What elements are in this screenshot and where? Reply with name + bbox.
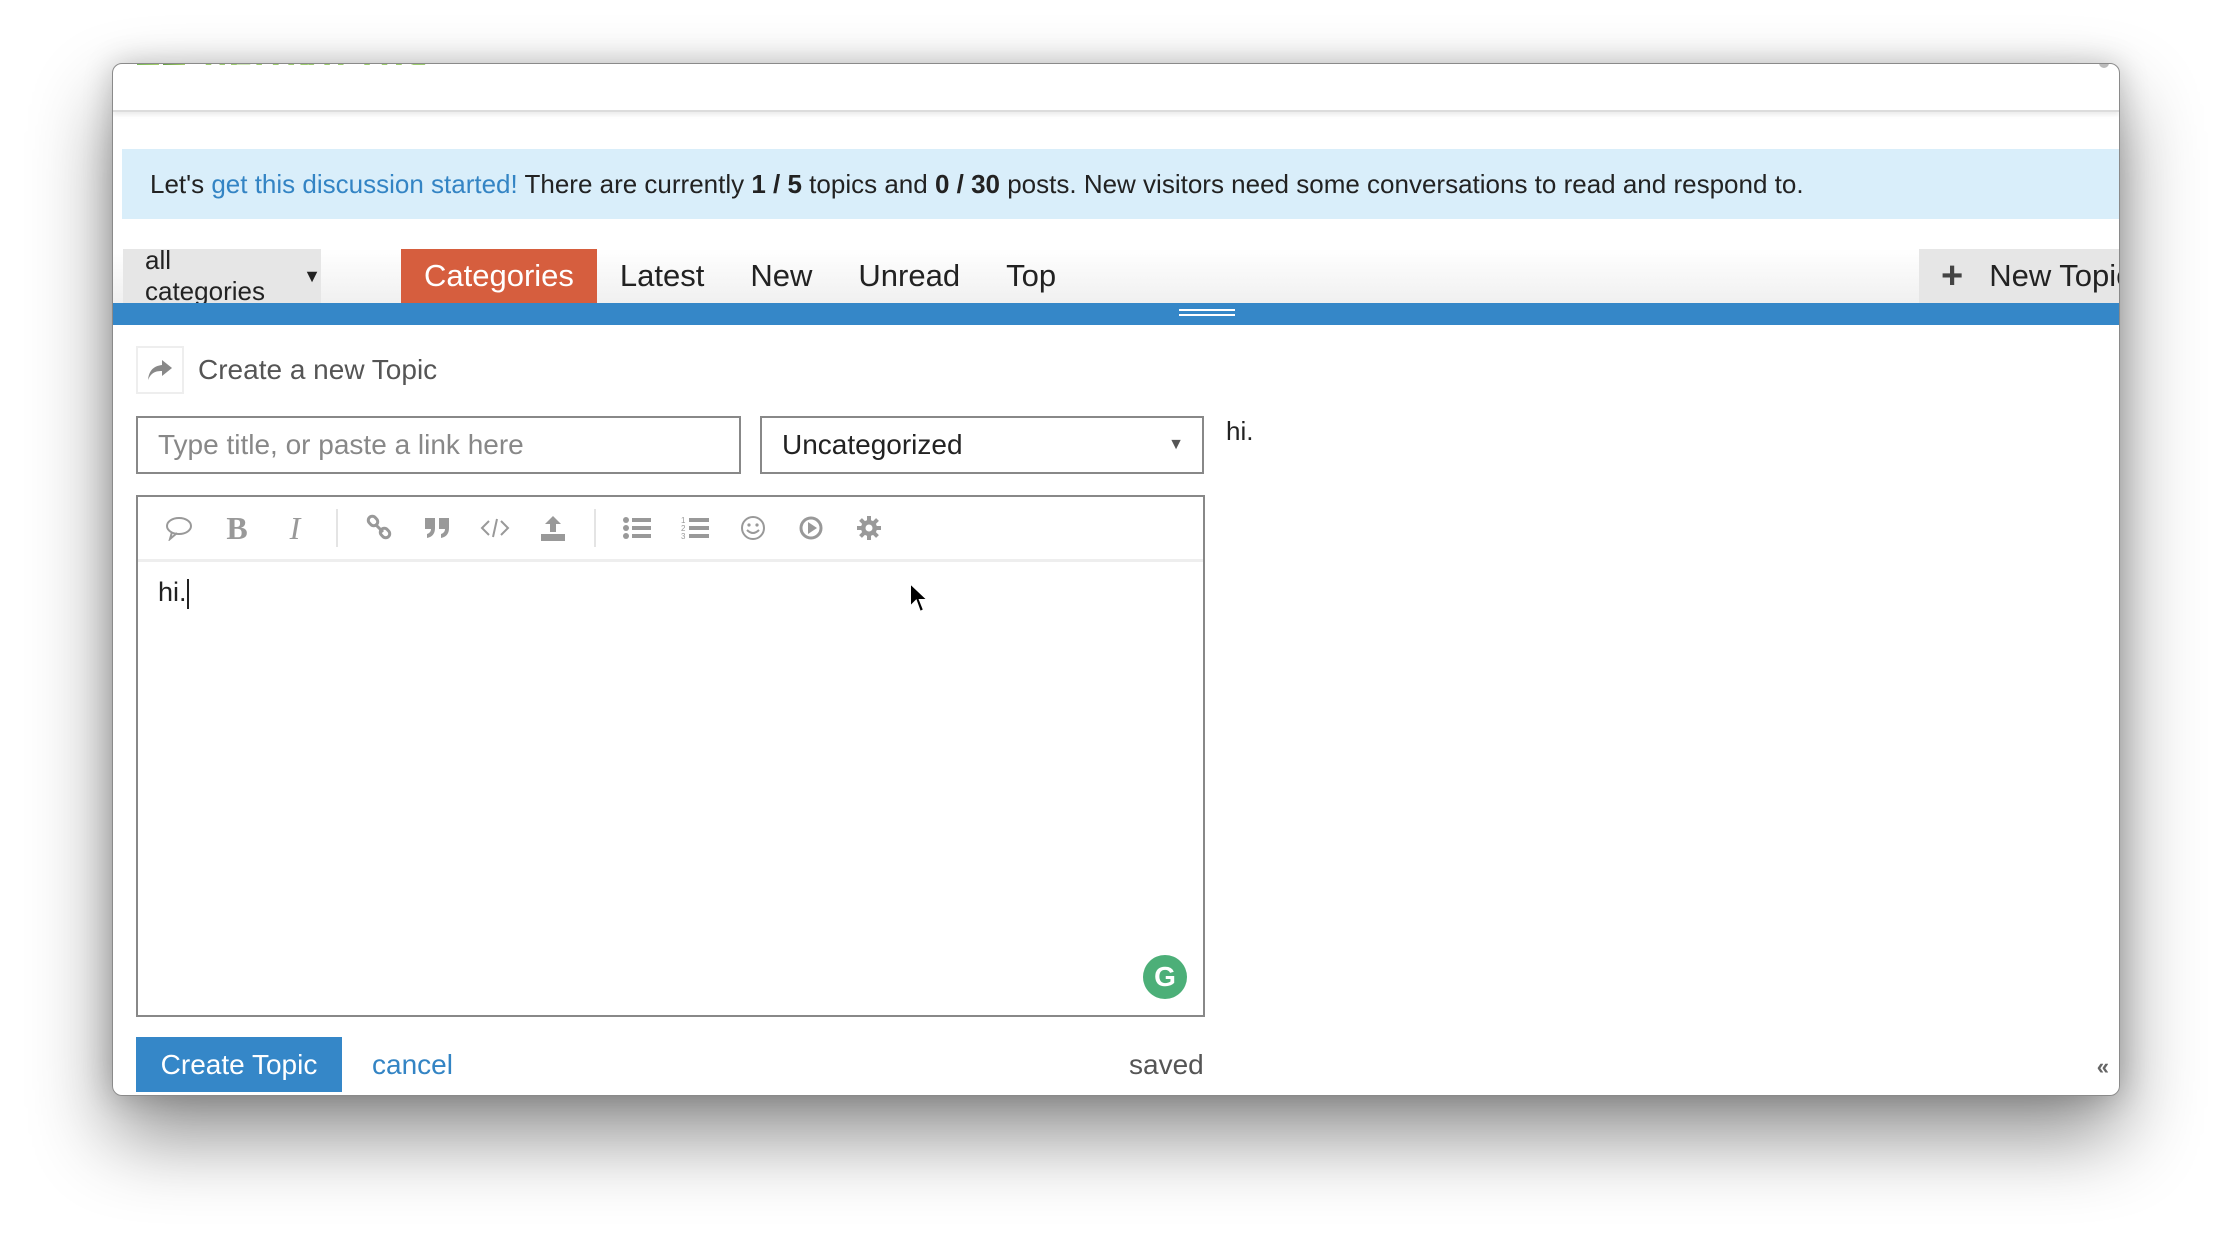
chevron-down-icon: ▼ [1168, 436, 1184, 453]
new-topic-label: New Topic [1989, 258, 2119, 293]
banner-text: There are currently [517, 168, 752, 199]
tab-latest[interactable]: Latest [597, 249, 727, 303]
video-icon[interactable] [790, 508, 832, 548]
banner-text: posts. New visitors need some conversati… [1000, 168, 1804, 199]
svg-text:3: 3 [681, 532, 686, 541]
banner-link[interactable]: get this discussion started! [211, 169, 517, 200]
banner-text: topics and [801, 168, 935, 199]
category-dropdown[interactable]: all categories ▼ [123, 245, 321, 306]
site-logo[interactable]: heroku rbs [137, 64, 430, 70]
mouse-pointer-icon [908, 580, 931, 620]
category-dropdown-label: all categories [145, 245, 265, 306]
bold-icon[interactable]: B [216, 508, 258, 548]
grip-handle-icon[interactable] [1179, 309, 1235, 316]
create-topic-button[interactable]: Create Topic [136, 1037, 342, 1092]
emoji-icon[interactable] [732, 508, 774, 548]
composer-body-text: hi. [158, 577, 187, 607]
tab-unread[interactable]: Unread [835, 249, 983, 303]
composer-action-label: Create a new Topic [198, 354, 438, 385]
numbered-list-icon[interactable]: 123 [674, 508, 716, 548]
quote-post-icon[interactable] [158, 508, 200, 548]
logo-mark-icon [137, 64, 159, 65]
code-icon[interactable] [474, 508, 516, 548]
composer-editor: B I 123 hi. G [136, 495, 1205, 1017]
window-control[interactable] [2099, 64, 2109, 68]
editor-toolbar: B I 123 [138, 497, 1203, 562]
composer-preview: hi. [1226, 416, 1254, 446]
toolbar-divider [594, 509, 596, 547]
topic-title-input[interactable] [136, 416, 741, 474]
navigation-bar: all categories ▼ Categories Latest New U… [113, 245, 2119, 306]
gear-icon[interactable] [848, 508, 890, 548]
collapse-preview-toggle[interactable]: « [2097, 1054, 2109, 1080]
tab-top[interactable]: Top [983, 249, 1079, 303]
plus-icon: + [1941, 254, 1964, 297]
category-select[interactable]: Uncategorized ▼ [760, 416, 1204, 474]
blockquote-icon[interactable] [416, 508, 458, 548]
notice-banner: Let's get this discussion started! There… [122, 149, 2119, 219]
tab-new[interactable]: New [727, 249, 835, 303]
composer-resize-bar[interactable] [113, 303, 2119, 325]
draft-status: saved [1129, 1049, 1204, 1080]
link-icon[interactable] [358, 508, 400, 548]
banner-posts-count: 0 / 30 [934, 168, 1000, 199]
composer-textarea[interactable]: hi. [158, 577, 189, 609]
composer-action: Create a new Topic [136, 344, 437, 396]
banner-topics-count: 1 / 5 [751, 168, 802, 199]
tab-categories[interactable]: Categories [401, 249, 597, 303]
logo-text: heroku rbs [203, 64, 430, 65]
toolbar-divider [336, 509, 338, 547]
category-select-value: Uncategorized [782, 429, 963, 460]
grammarly-icon[interactable]: G [1143, 955, 1187, 999]
logo-mark-icon [163, 64, 185, 65]
nav-tabs: Categories Latest New Unread Top [401, 249, 1079, 303]
caret-down-icon: ▼ [303, 265, 321, 286]
reply-share-icon[interactable] [136, 346, 184, 394]
bullet-list-icon[interactable] [616, 508, 658, 548]
upload-icon[interactable] [532, 508, 574, 548]
cancel-link[interactable]: cancel [372, 1049, 453, 1081]
italic-icon[interactable]: I [274, 508, 316, 548]
site-header: heroku rbs [113, 64, 2119, 112]
text-cursor [186, 578, 189, 609]
browser-window: heroku rbs Let's get this discussion sta… [112, 63, 2120, 1096]
new-topic-button[interactable]: + New Topic [1919, 249, 2119, 303]
banner-prefix: Let's [150, 168, 212, 199]
